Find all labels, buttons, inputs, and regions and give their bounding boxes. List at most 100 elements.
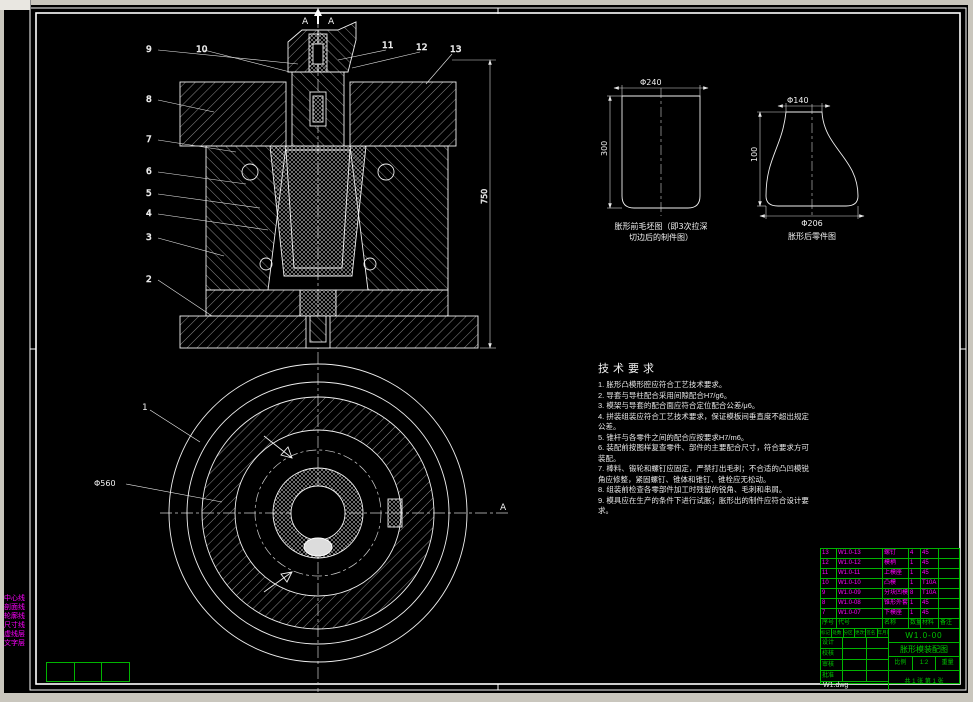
tech-item: 6. 装配前按图样复查零件、部件的主要配合尺寸，符合要求方可装配。 (598, 443, 809, 463)
rev-header: 签名 (866, 629, 878, 637)
bom-code: W1.0-13 (837, 549, 883, 558)
section-view (179, 21, 479, 349)
title-block-info: W1.0-00 胀形模装配图 比例 1:2 重量 共 1 张 第 1 张 (889, 629, 959, 690)
balloon-1: 1 (142, 403, 148, 413)
drawing-title: 胀形模装配图 (889, 643, 959, 657)
bom-mat: T10A (921, 579, 939, 588)
bom-code: W1.0-09 (837, 589, 883, 598)
bom-note (939, 589, 959, 598)
dim-750: 750 (480, 189, 489, 204)
corner-cell (47, 663, 75, 681)
title-block-main: 标记 处数 分区 更改文件号 签名 年月日 设计 校核 (821, 629, 959, 690)
balloon-8: 8 (146, 95, 152, 105)
sign-row: 批准 (821, 671, 888, 682)
layer-label[interactable]: 剖面线 (4, 603, 25, 612)
sign-name (843, 660, 867, 670)
window-corner-tab (0, 0, 31, 10)
revision-header-row: 标记 处数 分区 更改文件号 签名 年月日 (821, 629, 888, 638)
bom-header: 数量 (910, 619, 921, 628)
bom-mat: T10A (921, 589, 939, 598)
section-mark-a-right: A (328, 17, 335, 27)
bom-row: 7 W1.0-07 下模座 1 45 (821, 609, 959, 619)
layer-label[interactable]: 轮廓线 (4, 612, 25, 621)
scale-row: 比例 1:2 重量 (889, 657, 959, 671)
balloon-11: 11 (382, 41, 393, 51)
balloon-4: 4 (146, 209, 152, 219)
corner-cell (75, 663, 103, 681)
dim-100: 100 (750, 147, 759, 162)
bom-header: 材料 (921, 619, 939, 628)
bom-qty: 8 (909, 589, 921, 598)
layer-label[interactable]: 尺寸线 (4, 621, 25, 630)
balloon-13: 13 (450, 45, 461, 55)
bom-seq: 11 (821, 569, 837, 578)
window-border-bottom (0, 693, 973, 702)
blank-before-caption-1: 胀形前毛坯图（即3次拉深 (614, 221, 707, 231)
dim-300: 300 (600, 141, 609, 156)
title-block-signatures: 标记 处数 分区 更改文件号 签名 年月日 设计 校核 (821, 629, 889, 690)
sign-row: 设计 (821, 638, 888, 649)
cad-window: A A 9 10 11 12 13 8 7 6 5 4 3 2 750 1 Φ5… (0, 0, 973, 702)
bom-mat: 45 (921, 549, 939, 558)
blank-after-view (757, 103, 865, 219)
bom-name: 凸模 (883, 579, 909, 588)
tech-item: 7. 棒料、锻轮和螺钉应固定，严禁打出毛刺；不合适的凸凹模锐角应修整，紧固螺钉、… (598, 464, 809, 484)
balloon-3: 3 (146, 233, 152, 243)
sign-date (867, 649, 888, 659)
bom-name: 锥形外套 (884, 599, 909, 608)
layer-label[interactable]: 虚线层 (4, 630, 25, 639)
sign-date (867, 660, 888, 670)
balloon-9: 9 (146, 45, 152, 55)
bom-mat: 45 (921, 609, 939, 618)
window-border-top (0, 0, 973, 5)
bom-header: 序号 (821, 619, 837, 628)
sign-role: 审核 (821, 660, 843, 670)
balloon-12: 12 (416, 43, 427, 53)
weight-label: 重量 (941, 660, 954, 666)
bom-code: W1.0-10 (837, 579, 883, 588)
window-border-right (968, 0, 973, 702)
balloon-2: 2 (146, 275, 152, 285)
sign-name (843, 638, 867, 648)
tech-item: 5. 锥杆与各零件之间的配合应按要求H7/m6。 (598, 432, 749, 442)
corner-cell (102, 663, 129, 681)
dim-phi206: Φ206 (801, 219, 823, 228)
bom-seq: 8 (821, 599, 837, 608)
balloon-5: 5 (146, 189, 152, 199)
corner-reference-block (46, 662, 130, 682)
sign-row: 审核 (821, 660, 888, 671)
rev-header: 处数 (832, 629, 844, 637)
bom-mat: 45 (921, 569, 939, 578)
title-block: 13 W1.0-13 螺钉 4 45 12 W1.0-12 模柄 1 45 11… (820, 548, 960, 690)
dim-phi560: Φ560 (94, 479, 116, 488)
bom-header-row: 序号 代号 名称 数量 材料 备注 (821, 619, 959, 629)
bom-note (939, 579, 959, 588)
tech-item: 1. 胀形凸模形腔应符合工艺技术要求。 (598, 380, 727, 389)
bom-seq: 12 (821, 559, 837, 568)
balloon-6: 6 (146, 167, 152, 177)
sign-date (867, 671, 888, 681)
bom-mat: 45 (921, 559, 939, 568)
sign-role: 设计 (821, 638, 843, 648)
bom-row: 11 W1.0-11 上模座 1 45 (821, 569, 959, 579)
layer-label[interactable]: 中心线 (4, 594, 25, 603)
tech-item: 3. 模架与导套的配合面应符合定位配合公差/μ6。 (598, 401, 760, 410)
balloon-10: 10 (196, 45, 208, 55)
layer-label[interactable]: 文字层 (4, 639, 25, 648)
tech-item: 2. 导套与导柱配合采用间隙配合H7/g6。 (598, 390, 732, 400)
bom-qty: 1 (909, 559, 921, 568)
sign-date (867, 638, 888, 648)
sign-row: 校核 (821, 649, 888, 660)
rev-header: 分区 (844, 629, 855, 637)
technical-requirements: 技术要求 1. 胀形凸模形腔应符合工艺技术要求。 2. 导套与导柱配合采用间隙配… (598, 360, 812, 517)
sign-name (843, 671, 867, 681)
plan-section-a: A (500, 503, 507, 513)
bom-note (939, 599, 959, 608)
rev-header: 更改文件号 (855, 629, 867, 637)
bom-row: 8 W1.0-08 锥形外套 1 45 (821, 599, 959, 609)
sign-name (843, 649, 867, 659)
bom-name: 下模座 (883, 609, 909, 618)
dim-phi240: Φ240 (640, 78, 662, 87)
scale-label: 比例 (889, 657, 913, 670)
bom-name: 分块凹模 (884, 589, 909, 598)
